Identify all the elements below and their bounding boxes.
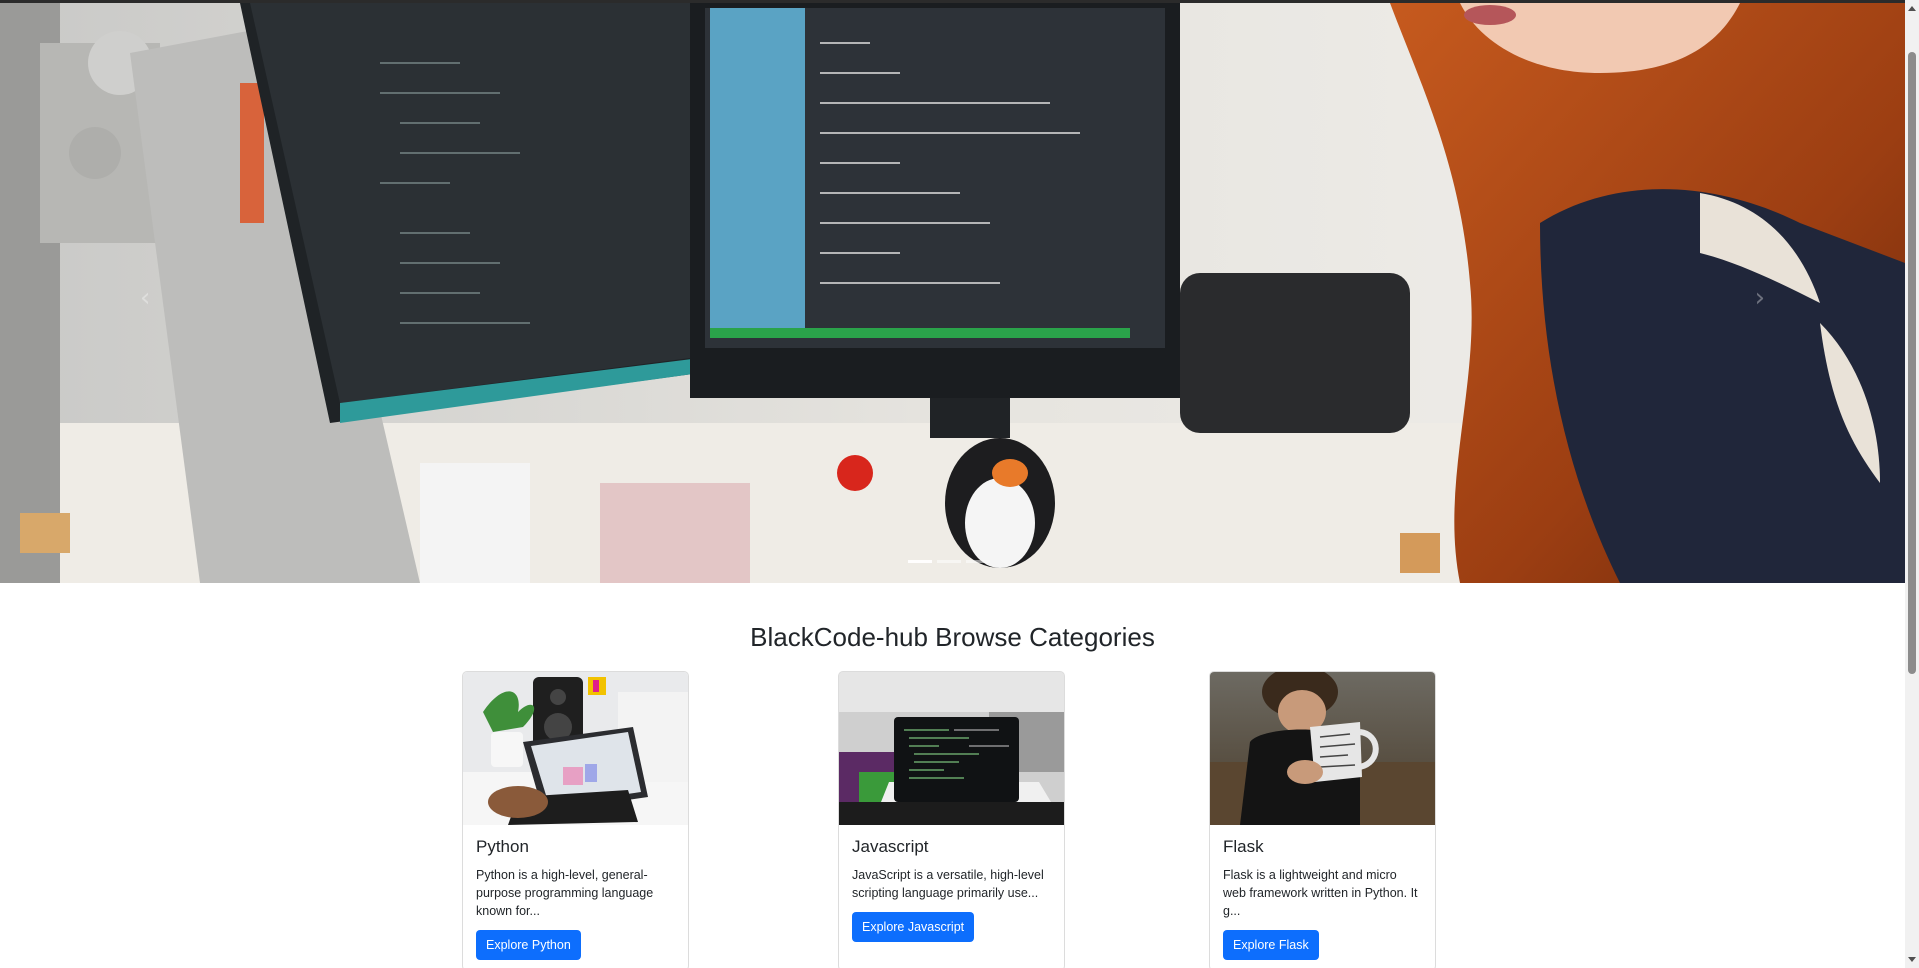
hero-carousel: ‹ ›: [0, 3, 1905, 583]
card-title: Javascript: [852, 837, 929, 856]
card-text: JavaScript is a versatile, high-level sc…: [852, 868, 1044, 900]
scroll-down-arrow-icon[interactable]: [1908, 957, 1916, 962]
card-image-javascript: [839, 672, 1064, 825]
card-image-flask: [1210, 672, 1435, 825]
chevron-right-icon: ›: [1754, 283, 1765, 313]
explore-javascript-button[interactable]: Explore Javascript: [852, 912, 975, 942]
category-card-python: Python Python is a high-level, general-p…: [462, 671, 689, 968]
card-text: Python is a high-level, general-purpose …: [476, 868, 654, 918]
card-title: Flask: [1223, 837, 1264, 856]
card-title: Python: [476, 837, 529, 856]
card-text: Flask is a lightweight and micro web fra…: [1223, 868, 1418, 918]
hero-image: [0, 3, 1905, 583]
chevron-left-icon: ‹: [140, 283, 151, 313]
explore-flask-button[interactable]: Explore Flask: [1223, 930, 1319, 960]
category-card-flask: Flask Flask is a lightweight and micro w…: [1209, 671, 1436, 968]
carousel-indicator-2[interactable]: [937, 560, 961, 563]
carousel-indicators: [908, 560, 990, 563]
carousel-indicator-1[interactable]: [908, 560, 932, 563]
page-scrollbar[interactable]: [1905, 0, 1919, 968]
card-image-python: [463, 672, 688, 825]
scroll-up-arrow-icon[interactable]: [1908, 6, 1916, 11]
section-title: BlackCode-hub Browse Categories: [750, 622, 1155, 652]
explore-python-button[interactable]: Explore Python: [476, 930, 581, 960]
scrollbar-thumb[interactable]: [1908, 52, 1916, 674]
category-card-javascript: Javascript JavaScript is a versatile, hi…: [838, 671, 1065, 968]
carousel-prev-button[interactable]: ‹: [0, 3, 280, 583]
carousel-next-button[interactable]: ›: [1625, 3, 1905, 583]
carousel-indicator-3[interactable]: [966, 560, 990, 563]
